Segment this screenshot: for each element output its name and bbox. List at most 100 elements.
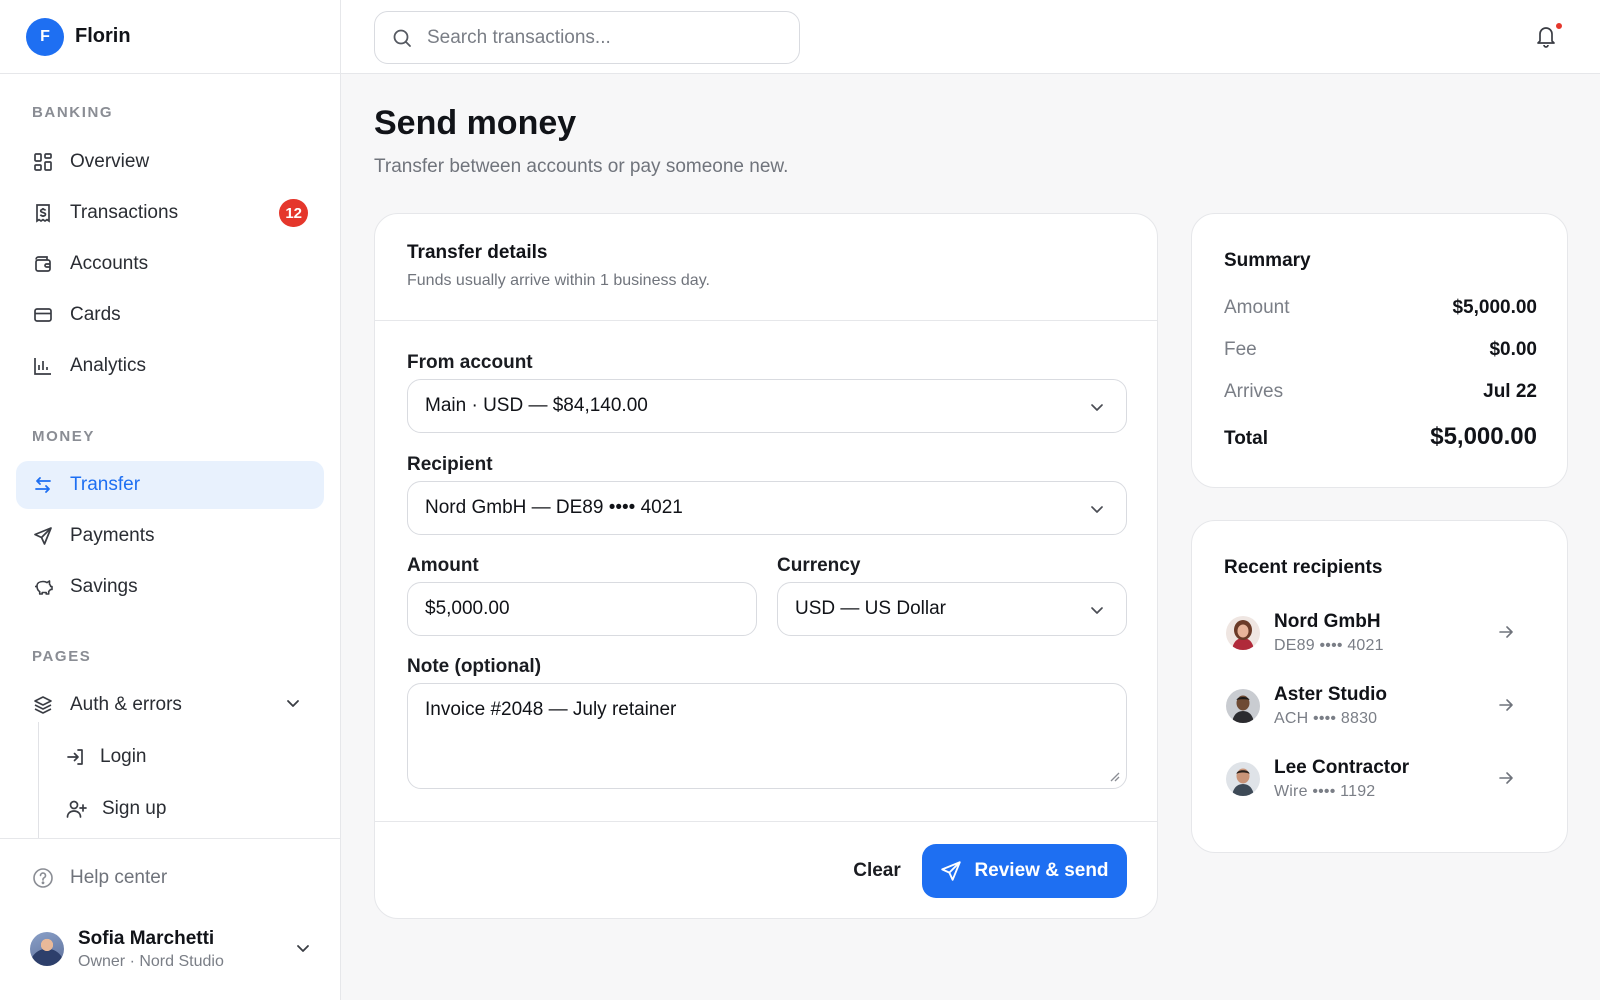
sidebar-item-label: Overview bbox=[70, 151, 150, 172]
summary-row-total: Total $5,000.00 bbox=[1224, 423, 1537, 451]
sidebar-item-overview[interactable]: Overview bbox=[16, 138, 324, 186]
recent-recipient-item[interactable]: Lee Contractor Wire •••• 1192 bbox=[1214, 747, 1547, 811]
sidebar-item-label: Payments bbox=[70, 525, 155, 546]
summary-row-fee: Fee $0.00 bbox=[1224, 339, 1537, 361]
send-icon bbox=[32, 525, 54, 547]
page-subtitle: Transfer between accounts or pay someone… bbox=[374, 156, 789, 177]
arrow-right-icon bbox=[1497, 696, 1515, 714]
recipient-account: ACH •••• 8830 bbox=[1274, 710, 1378, 727]
recent-recipients-card: Recent recipients Nord GmbH DE89 •••• 40… bbox=[1191, 520, 1568, 853]
section-label-money: MONEY bbox=[32, 428, 96, 445]
recipient-name: Lee Contractor bbox=[1274, 757, 1410, 778]
search-box[interactable] bbox=[374, 11, 800, 64]
summary-value: $0.00 bbox=[1489, 339, 1537, 360]
brand[interactable]: F Florin bbox=[0, 0, 340, 74]
search-input[interactable] bbox=[427, 26, 787, 49]
clear-button[interactable]: Clear bbox=[835, 844, 919, 898]
sidebar-item-cards[interactable]: Cards bbox=[16, 291, 324, 339]
transfer-card-title: Transfer details bbox=[407, 242, 548, 263]
help-center-label: Help center bbox=[70, 867, 168, 888]
transfer-card-subtitle: Funds usually arrive within 1 business d… bbox=[407, 272, 710, 289]
notification-dot bbox=[1554, 21, 1564, 31]
sidebar-item-analytics[interactable]: Analytics bbox=[16, 342, 324, 390]
sidebar-item-login[interactable]: Login bbox=[52, 734, 312, 780]
card-footer-divider bbox=[375, 821, 1157, 822]
avatar bbox=[1226, 616, 1260, 650]
resize-grip-icon[interactable] bbox=[1108, 770, 1120, 782]
sidebar-item-label: Login bbox=[100, 746, 147, 767]
recipient-account: Wire •••• 1192 bbox=[1274, 783, 1376, 800]
recent-recipients-title: Recent recipients bbox=[1224, 557, 1383, 578]
summary-row-arrives: Arrives Jul 22 bbox=[1224, 381, 1537, 403]
sidebar-item-label: Cards bbox=[70, 304, 121, 325]
summary-value: Jul 22 bbox=[1483, 381, 1537, 402]
receipt-icon bbox=[32, 202, 54, 224]
arrow-right-icon bbox=[1497, 769, 1515, 787]
sidebar-item-label: Sign up bbox=[102, 798, 167, 819]
section-label-pages: PAGES bbox=[32, 648, 92, 665]
recipient-name: Nord GmbH bbox=[1274, 611, 1381, 632]
subtree-line bbox=[38, 722, 39, 838]
brand-logo: F bbox=[26, 17, 64, 56]
brand-name: Florin bbox=[75, 25, 131, 47]
avatar bbox=[30, 932, 64, 966]
chevron-down-icon bbox=[294, 939, 312, 957]
recipient-select[interactable]: Nord GmbH — DE89 •••• 4021 bbox=[407, 481, 1127, 535]
layers-icon bbox=[32, 694, 54, 716]
section-label-banking: BANKING bbox=[32, 104, 114, 121]
sidebar-item-transfer[interactable]: Transfer bbox=[16, 461, 324, 509]
sidebar-item-signup[interactable]: Sign up bbox=[52, 786, 312, 832]
summary-total-value: $5,000.00 bbox=[1430, 423, 1537, 450]
sidebar-footer: Help center Sofia Marchetti Owner · Nord… bbox=[0, 838, 340, 1000]
chevron-down-icon bbox=[1088, 500, 1106, 518]
sidebar: F Florin BANKING Overview Transactions 1… bbox=[0, 0, 341, 1000]
sidebar-item-accounts[interactable]: Accounts bbox=[16, 240, 324, 288]
summary-row-amount: Amount $5,000.00 bbox=[1224, 297, 1537, 319]
credit-card-icon bbox=[32, 304, 54, 326]
sidebar-item-transactions[interactable]: Transactions 12 bbox=[16, 189, 324, 237]
chevron-down-icon bbox=[1088, 398, 1106, 416]
transactions-count-badge: 12 bbox=[279, 199, 308, 227]
recent-recipient-item[interactable]: Nord GmbH DE89 •••• 4021 bbox=[1214, 601, 1547, 665]
wallet-icon bbox=[32, 253, 54, 275]
arrows-swap-icon bbox=[32, 474, 54, 496]
currency-value: USD — US Dollar bbox=[795, 598, 946, 619]
sidebar-item-payments[interactable]: Payments bbox=[16, 512, 324, 560]
sidebar-item-savings[interactable]: Savings bbox=[16, 563, 324, 611]
from-account-select[interactable]: Main · USD — $84,140.00 bbox=[407, 379, 1127, 433]
recent-recipient-item[interactable]: Aster Studio ACH •••• 8830 bbox=[1214, 674, 1547, 738]
sidebar-item-label: Auth & errors bbox=[70, 694, 182, 715]
user-plus-icon bbox=[66, 799, 88, 819]
user-name: Sofia Marchetti bbox=[78, 927, 215, 949]
sidebar-item-auth-errors[interactable]: Auth & errors bbox=[16, 681, 324, 729]
summary-label: Amount bbox=[1224, 297, 1290, 318]
amount-label: Amount bbox=[407, 555, 479, 576]
search-icon bbox=[391, 27, 413, 49]
summary-label: Arrives bbox=[1224, 381, 1284, 402]
review-send-button[interactable]: Review & send bbox=[922, 844, 1127, 898]
page-title: Send money bbox=[374, 104, 577, 142]
piggy-bank-icon bbox=[32, 576, 54, 598]
help-circle-icon bbox=[32, 867, 54, 889]
help-center-link[interactable]: Help center bbox=[32, 867, 167, 889]
amount-input[interactable]: $5,000.00 bbox=[407, 582, 757, 636]
summary-label: Fee bbox=[1224, 339, 1257, 360]
grid-icon bbox=[32, 151, 54, 173]
from-account-value: Main · USD — $84,140.00 bbox=[425, 395, 648, 416]
sidebar-item-label: Transactions bbox=[70, 202, 179, 223]
summary-value: $5,000.00 bbox=[1452, 297, 1537, 318]
top-bar bbox=[341, 0, 1600, 74]
amount-value: $5,000.00 bbox=[425, 598, 510, 619]
currency-select[interactable]: USD — US Dollar bbox=[777, 582, 1127, 636]
summary-title: Summary bbox=[1224, 250, 1311, 271]
user-menu[interactable]: Sofia Marchetti Owner · Nord Studio bbox=[30, 921, 320, 977]
recipient-name: Aster Studio bbox=[1274, 684, 1387, 705]
bar-chart-icon bbox=[32, 355, 54, 377]
currency-label: Currency bbox=[777, 555, 861, 576]
sidebar-item-label: Savings bbox=[70, 576, 138, 597]
recipient-value: Nord GmbH — DE89 •••• 4021 bbox=[425, 497, 683, 518]
recipient-account: DE89 •••• 4021 bbox=[1274, 637, 1384, 654]
note-textarea[interactable]: Invoice #2048 — July retainer bbox=[407, 683, 1127, 789]
summary-label: Total bbox=[1224, 428, 1268, 449]
from-account-label: From account bbox=[407, 352, 533, 373]
